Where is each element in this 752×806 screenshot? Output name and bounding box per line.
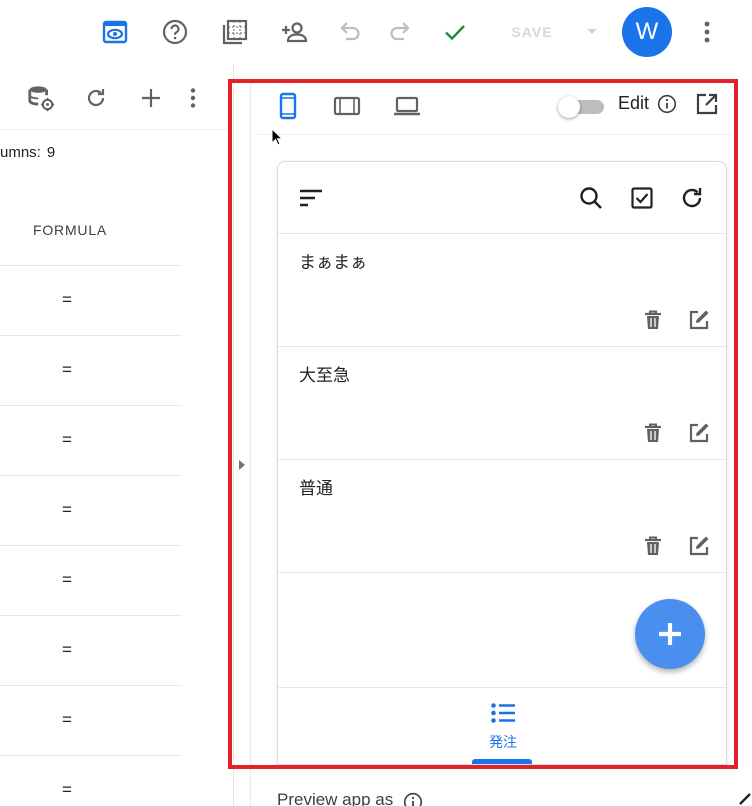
chevron-down-icon[interactable] [580,20,604,44]
row-divider [0,335,182,336]
formula-cell[interactable]: = [60,640,74,660]
row-divider [0,475,182,476]
formula-cell[interactable]: = [60,430,74,450]
saved-check-icon [435,12,475,52]
more-vertical-icon[interactable] [179,84,207,112]
resize-handle-icon[interactable] [738,790,752,806]
help-icon[interactable] [155,12,195,52]
formula-cell[interactable]: = [60,500,74,520]
columns-label: umns: [0,144,41,161]
save-button[interactable]: SAVE [500,18,564,46]
undo-icon[interactable] [330,12,370,52]
columns-count-value: 9 [46,144,56,161]
top-toolbar: SAVE W [0,0,752,64]
refresh-icon[interactable] [82,84,110,112]
row-divider [0,615,182,616]
row-divider [0,405,182,406]
columns-panel: umns: 9 FORMULA = = = = = = = = [0,64,234,806]
preview-eye-icon[interactable] [95,12,135,52]
more-vertical-icon[interactable] [687,12,727,52]
row-divider [0,685,182,686]
redo-icon[interactable] [380,12,420,52]
formula-cell[interactable]: = [60,710,74,730]
avatar[interactable]: W [622,7,672,57]
add-person-icon[interactable] [275,12,315,52]
preview-app-as-label: Preview app as [277,790,394,806]
columns-panel-toolbar [0,64,234,130]
formula-cell[interactable]: = [60,360,74,380]
columns-count: umns: 9 [0,144,55,161]
formula-cell[interactable]: = [60,290,74,310]
row-divider [0,545,182,546]
formula-column-header: FORMULA [33,222,108,238]
highlight-frame [228,79,738,769]
formula-cell[interactable]: = [60,780,74,800]
row-divider [0,755,182,756]
table-grid-icon[interactable] [215,12,255,52]
info-icon[interactable] [403,792,423,806]
database-settings-icon[interactable] [27,84,55,112]
row-divider [0,265,182,266]
formula-cell[interactable]: = [60,570,74,590]
plus-icon[interactable] [137,84,165,112]
